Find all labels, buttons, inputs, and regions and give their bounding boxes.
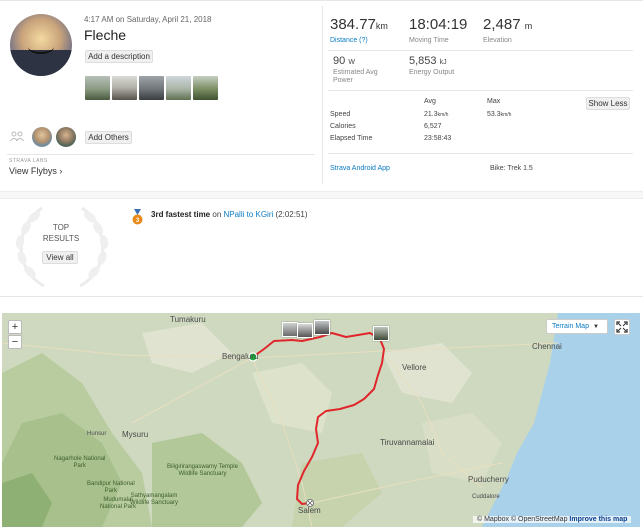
divider <box>328 153 633 154</box>
laurel-wreath-icon <box>15 206 109 288</box>
map-label: Bengaluru <box>222 352 259 361</box>
map-label: Chennai <box>532 342 562 351</box>
power-stat: 90 W <box>333 55 355 67</box>
photo-thumbnail[interactable] <box>193 76 218 100</box>
map-label: Tiruvannamalai <box>380 438 435 447</box>
map-label: Mysuru <box>122 430 149 439</box>
calories-label: Calories <box>330 123 356 130</box>
speed-max: 53.3km/h <box>487 111 512 118</box>
divider <box>328 50 633 51</box>
photo-marker[interactable] <box>282 322 298 337</box>
elevation-label: Elevation <box>483 37 512 44</box>
zoom-in-button[interactable]: + <box>8 320 22 334</box>
expand-icon <box>616 321 628 333</box>
top-results-heading: TOP RESULTS <box>42 223 80 243</box>
elevation-stat: 2,487 m <box>483 16 533 33</box>
route-map[interactable]: Tumakuru Bengaluru Chennai Vellore Mysur… <box>2 313 640 527</box>
photo-marker[interactable] <box>314 320 330 335</box>
map-label: Tumakuru <box>170 315 206 324</box>
elapsed-time-label: Elapsed Time <box>330 135 373 142</box>
improve-map-link[interactable]: Improve this map <box>569 516 627 523</box>
caret-down-icon: ▼ <box>592 323 599 330</box>
photo-thumbnail[interactable] <box>112 76 137 100</box>
achievement-text: 3rd fastest time on NPalli to KGiri (2:0… <box>151 210 308 219</box>
power-label: Estimated Avg Power <box>333 69 378 84</box>
elapsed-time-avg: 23:58:43 <box>424 135 452 142</box>
map-label: Cuddalore <box>472 494 500 500</box>
segment-link[interactable]: NPalli to KGiri <box>223 210 273 219</box>
panel-divider <box>322 6 323 184</box>
device-link[interactable]: Strava Android App <box>330 165 390 172</box>
activity-date: 4:17 AM on Saturday, April 21, 2018 <box>84 15 212 24</box>
medal-icon: 3 <box>132 209 143 225</box>
max-column-header: Max <box>487 98 501 105</box>
map-park-label: Biligirirangaswamy Temple Wildlife Sanctu… <box>167 464 238 477</box>
distance-help-link[interactable]: Distance (?) <box>330 37 368 44</box>
athlete-avatar[interactable] <box>10 14 72 76</box>
map-attribution: © Mapbox © OpenStreetMap Improve this ma… <box>473 516 632 523</box>
add-others-button[interactable]: Add Others <box>85 131 132 144</box>
photo-thumbnail[interactable] <box>166 76 191 100</box>
moving-time-stat: 18:04:19 <box>409 16 468 33</box>
map-label: Puducherry <box>468 475 509 484</box>
divider <box>328 90 633 91</box>
activity-title: Fleche <box>84 27 127 43</box>
zoom-out-button[interactable]: − <box>8 335 22 349</box>
calories-avg: 6,527 <box>424 123 442 130</box>
photo-thumbnail[interactable] <box>85 76 110 100</box>
map-park-label: Sathyamangalam Wildlife Sanctuary <box>130 493 179 506</box>
photo-thumbnail[interactable] <box>139 76 164 100</box>
add-description-button[interactable]: Add a description <box>85 50 153 63</box>
speed-label: Speed <box>330 111 351 118</box>
group-member-avatar[interactable] <box>56 127 76 147</box>
photo-marker[interactable] <box>373 326 389 341</box>
photo-marker[interactable] <box>297 323 313 338</box>
energy-stat: 5,853 kJ <box>409 55 447 67</box>
divider <box>0 296 643 297</box>
fullscreen-button[interactable] <box>614 319 630 335</box>
show-less-button[interactable]: Show Less <box>586 97 630 110</box>
distance-stat: 384.77km <box>330 16 388 33</box>
bike-label: Bike: Trek 1.5 <box>490 165 533 172</box>
speed-avg: 21.3km/h <box>424 111 449 118</box>
group-member-avatar[interactable] <box>32 127 52 147</box>
map-park-label: Nagarhole National Park <box>54 456 106 469</box>
map-label: Vellore <box>402 363 427 372</box>
moving-time-label: Moving Time <box>409 37 449 44</box>
map-layer-label: Terrain Map <box>552 323 589 330</box>
map-layer-dropdown[interactable]: Terrain Map ▼ <box>546 319 608 334</box>
view-all-button[interactable]: View all <box>42 251 78 264</box>
avg-column-header: Avg <box>424 98 436 105</box>
strava-labs-label: STRAVA LABS <box>9 158 48 164</box>
map-label: Hunsur <box>87 431 107 437</box>
view-flybys-link[interactable]: View Flybys › <box>9 166 62 176</box>
map-park-label: Bandipur National Park <box>87 481 135 494</box>
map-label: Salem <box>298 506 321 515</box>
divider <box>7 154 315 155</box>
people-icon <box>10 131 24 141</box>
energy-label: Energy Output <box>409 69 455 76</box>
